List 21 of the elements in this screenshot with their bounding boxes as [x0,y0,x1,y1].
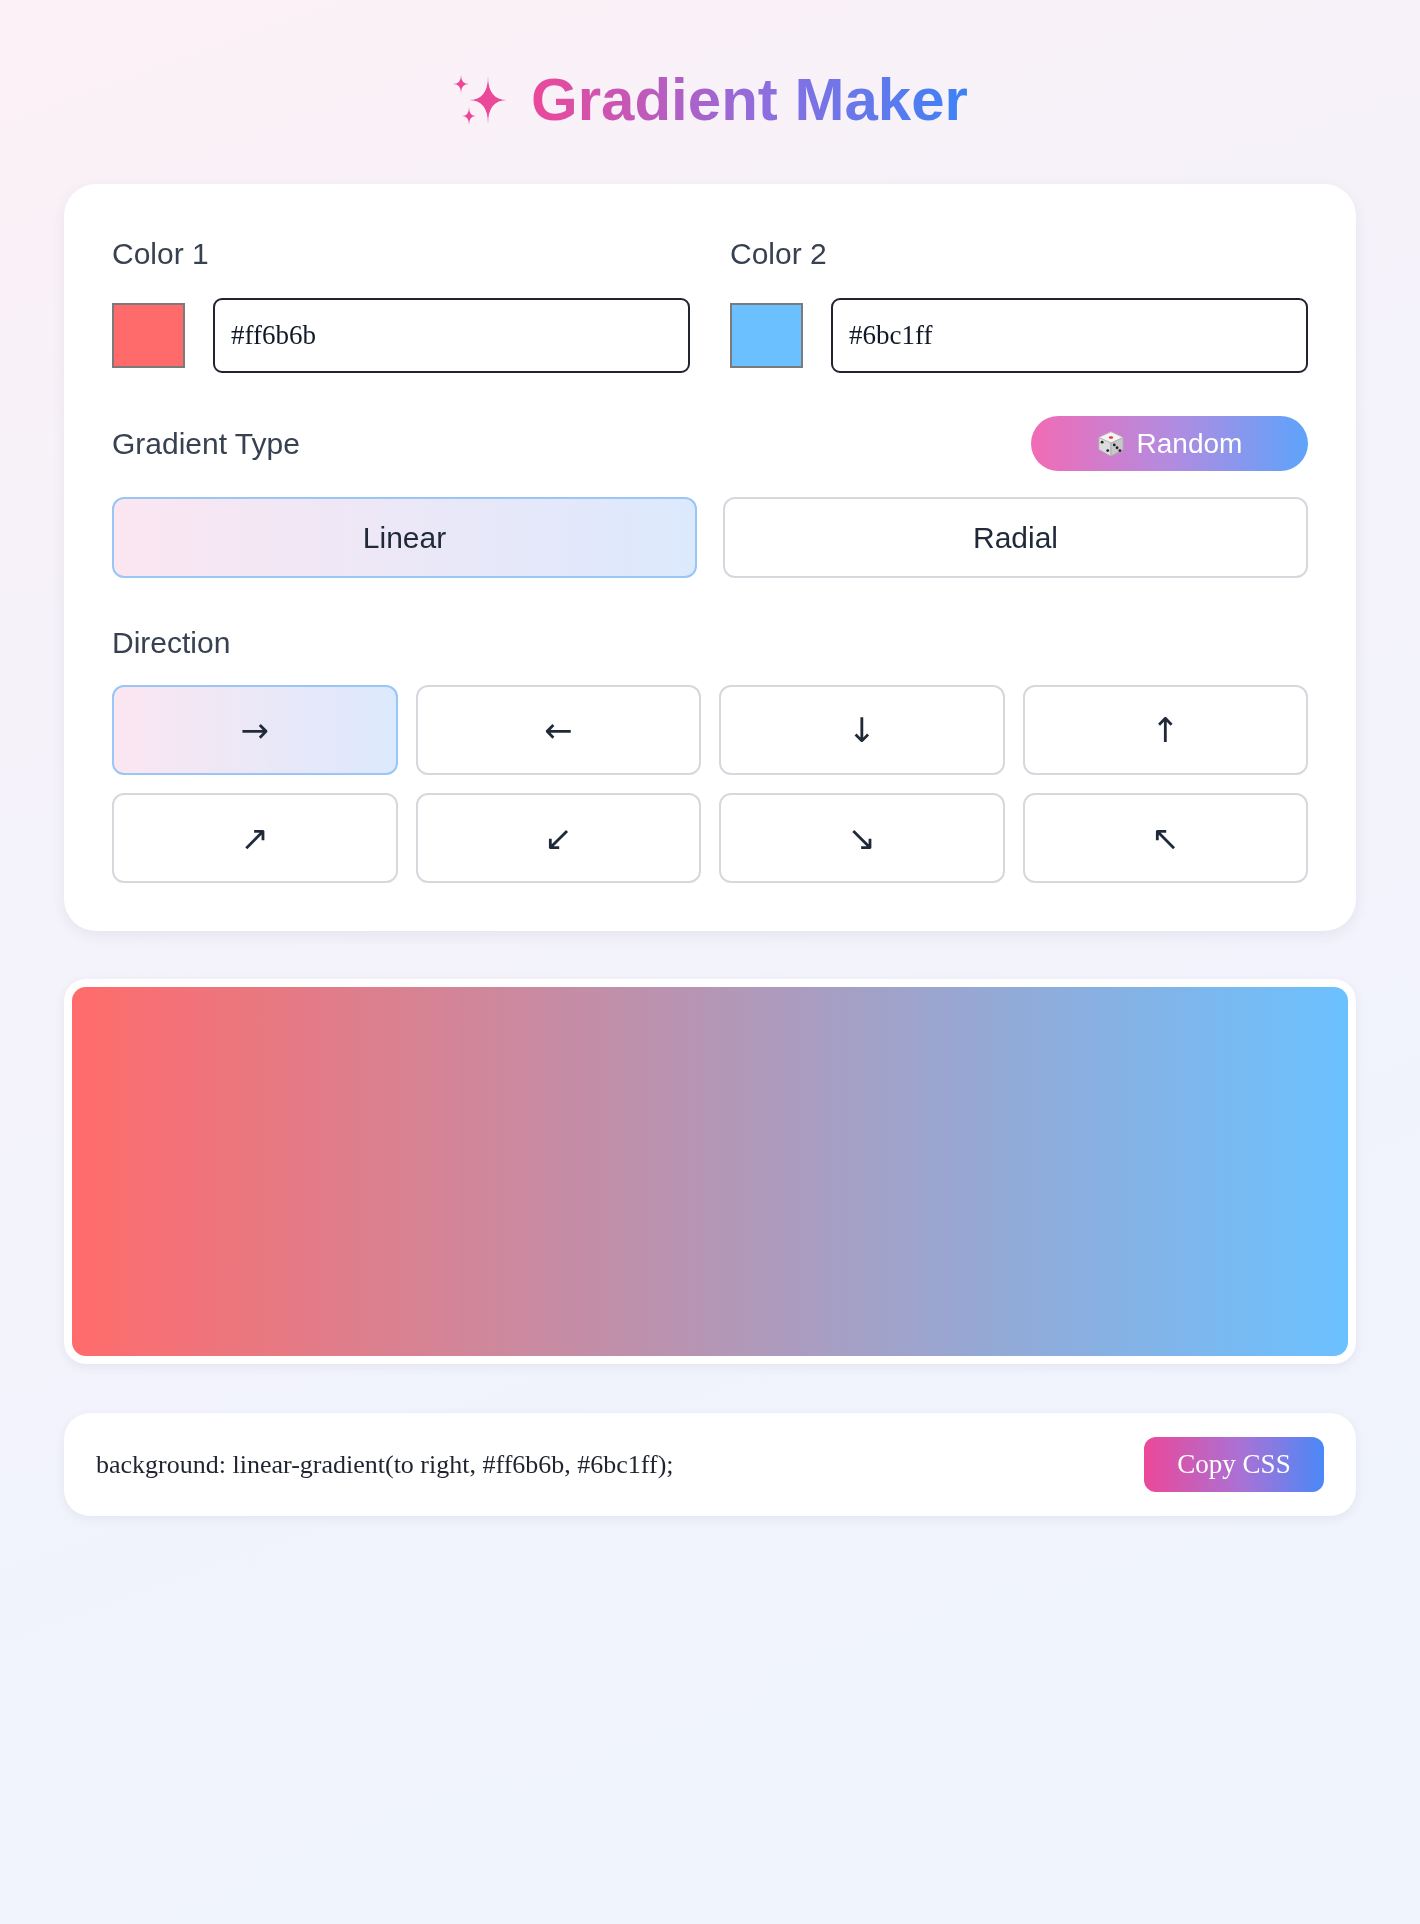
gradient-type-option[interactable]: Radial [723,497,1308,578]
hex-input[interactable]: #ff6b6b [213,298,690,373]
direction-option[interactable]: ↓ [719,685,1005,775]
color-label: Color 1 [112,236,209,272]
copy-css-button[interactable]: Copy CSS [1144,1437,1324,1492]
gradient-type-option[interactable]: Linear [112,497,697,578]
hex-input[interactable]: #6bc1ff [831,298,1308,373]
direction-label: Direction [112,625,231,661]
direction-option[interactable]: → [112,685,398,775]
color-swatch[interactable] [730,303,803,368]
dice-icon [1096,429,1125,458]
direction-option[interactable]: ↗ [112,793,398,883]
gradient-type-label: Gradient Type [112,425,300,462]
direction-option[interactable]: ← [415,685,701,775]
color-swatch[interactable] [112,303,185,368]
direction-option[interactable]: ↘ [719,793,1005,883]
direction-option[interactable]: ↙ [415,793,701,883]
direction-option[interactable]: ↖ [1022,793,1308,883]
css-code-text: background: linear-gradient(to right, #ff6b6b, #6bc1ff); [96,1449,674,1480]
direction-option[interactable]: ↑ [1022,685,1308,775]
color-label: Color 2 [730,236,827,272]
